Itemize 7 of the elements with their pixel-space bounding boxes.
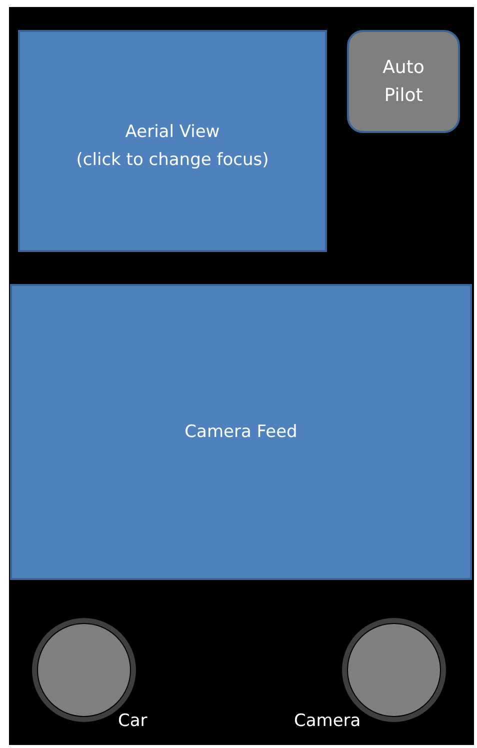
camera-feed-label: Camera Feed	[184, 422, 298, 442]
aerial-view-panel[interactable]: Aerial View (click to change focus)	[18, 30, 327, 252]
joystick-label: Car	[118, 711, 148, 731]
aerial-view-title: Aerial View	[125, 121, 220, 144]
joystick-label: Camera	[294, 711, 362, 731]
auto-pilot-button[interactable]: Auto Pilot	[347, 30, 460, 133]
aerial-view-hint: (click to change focus)	[76, 149, 269, 172]
